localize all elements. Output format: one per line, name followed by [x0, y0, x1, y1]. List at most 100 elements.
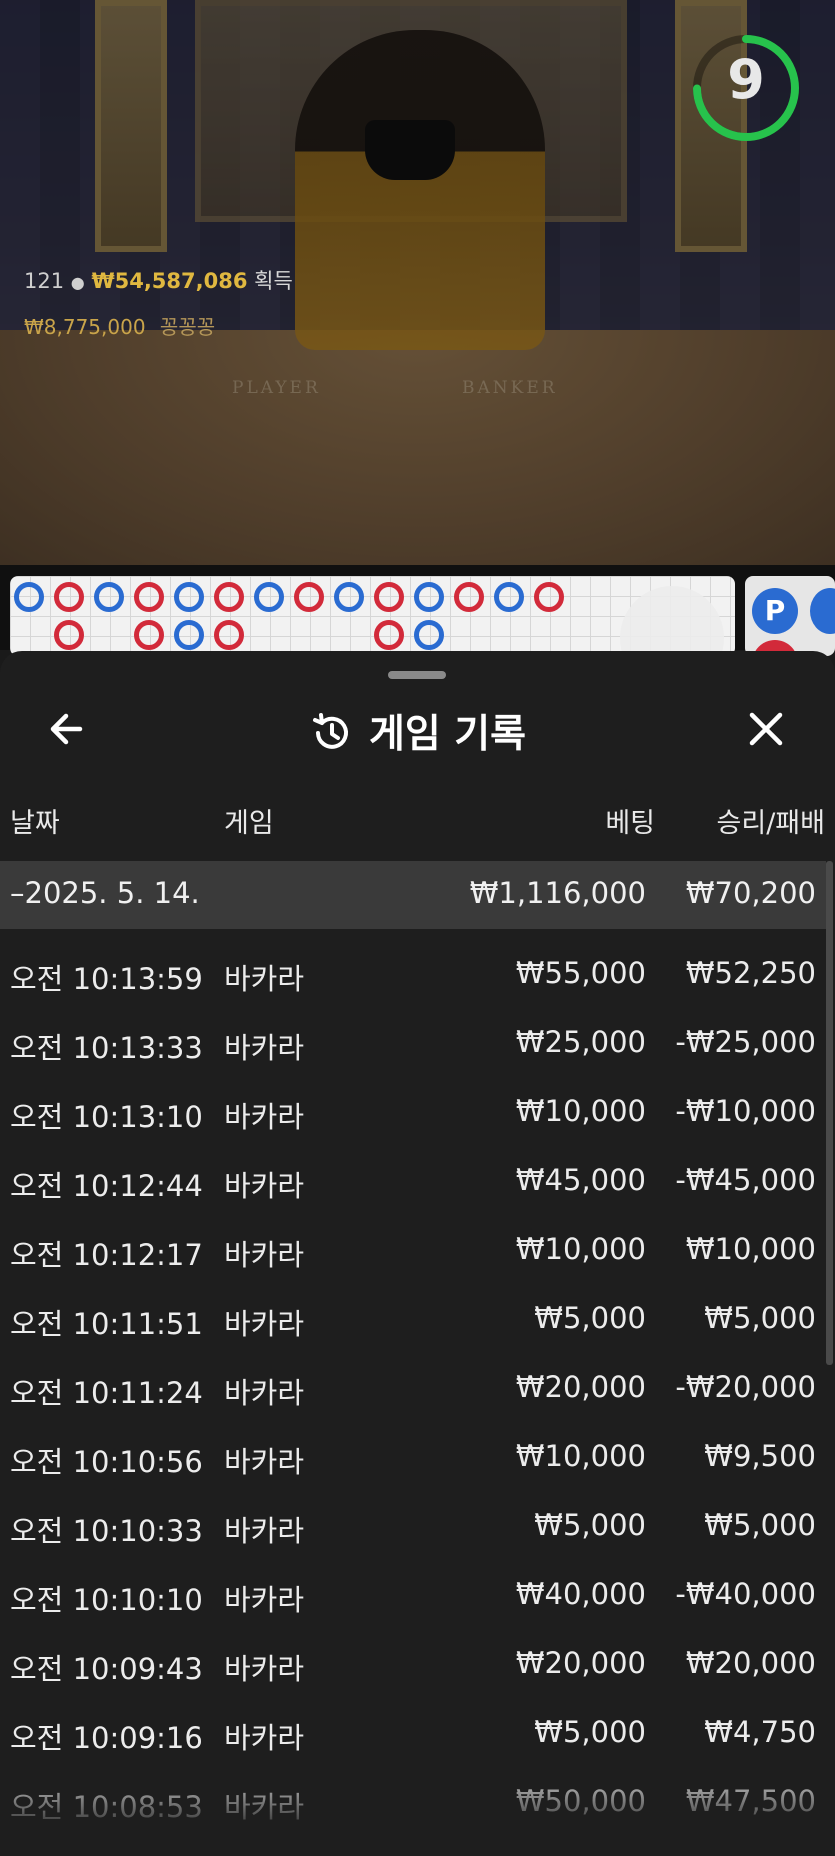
row-bet: ₩20,000	[515, 1646, 646, 1680]
row-winloss: -₩20,000	[675, 1370, 816, 1404]
row-time: 오전 10:13:10	[10, 1100, 203, 1134]
row-winloss: -₩40,000	[675, 1577, 816, 1611]
row-game: 바카라	[224, 1376, 305, 1410]
row-time: 오전 10:11:51	[10, 1307, 203, 1341]
summary-bet-total: ₩1,116,000	[469, 876, 646, 910]
row-bet: ₩10,000	[515, 1094, 646, 1128]
column-header-date: 날짜	[10, 808, 60, 839]
row-game: 바카라	[224, 1514, 305, 1548]
row-bet: ₩25,000	[515, 1025, 646, 1059]
row-time: 오전 10:10:33	[10, 1514, 203, 1548]
history-row[interactable]: 오전 10:13:10 바카라 ₩10,000 -₩10,000	[0, 1074, 826, 1143]
history-row[interactable]: 오전 10:09:43 바카라 ₩20,000 ₩20,000	[0, 1626, 826, 1695]
row-time: 오전 10:11:24	[10, 1376, 203, 1410]
table-header: 날짜 게임 베팅 승리/패배	[0, 801, 835, 851]
history-row[interactable]: 오전 10:11:51 바카라 ₩5,000 ₩5,000	[0, 1281, 826, 1350]
row-bet: ₩5,000	[534, 1715, 646, 1749]
row-winloss: ₩5,000	[704, 1301, 816, 1335]
road-bead-player	[94, 582, 124, 612]
row-time: 오전 10:12:44	[10, 1169, 203, 1203]
row-bet: ₩10,000	[515, 1232, 646, 1266]
row-game: 바카라	[224, 1445, 305, 1479]
road-bead-player	[14, 582, 44, 612]
top-winner-name: 꽁꽁꽁	[159, 315, 216, 339]
row-winloss: -₩45,000	[675, 1163, 816, 1197]
row-bet: ₩10,000	[515, 1439, 646, 1473]
history-row[interactable]: 오전 10:09:16 바카라 ₩5,000 ₩4,750	[0, 1695, 826, 1764]
top-winner-amount: ₩8,775,000	[24, 315, 146, 339]
row-game: 바카라	[224, 1169, 305, 1203]
row-bet: ₩45,000	[515, 1163, 646, 1197]
close-button[interactable]	[738, 701, 794, 757]
scrollbar[interactable]	[826, 861, 833, 1365]
row-game: 바카라	[224, 1307, 305, 1341]
road-bead-player	[414, 582, 444, 612]
row-bet: ₩20,000	[515, 1370, 646, 1404]
row-winloss: ₩5,000	[704, 1508, 816, 1542]
history-list: 오전 10:13:59 바카라 ₩55,000 ₩52,250 오전 10:13:33 바…	[0, 936, 826, 1833]
list-fade	[0, 1761, 835, 1856]
row-time: 오전 10:09:16	[10, 1721, 203, 1755]
row-time: 오전 10:13:59	[10, 962, 203, 996]
row-bet: ₩40,000	[515, 1577, 646, 1611]
row-time: 오전 10:09:43	[10, 1652, 203, 1686]
row-game: 바카라	[224, 962, 305, 996]
history-row[interactable]: 오전 10:10:33 바카라 ₩5,000 ₩5,000	[0, 1488, 826, 1557]
history-row[interactable]: 오전 10:11:24 바카라 ₩20,000 -₩20,000	[0, 1350, 826, 1419]
row-game: 바카라	[224, 1652, 305, 1686]
row-winloss: ₩9,500	[704, 1439, 816, 1473]
row-bet: ₩5,000	[534, 1301, 646, 1335]
road-bead-banker	[374, 620, 404, 650]
player-predict-badge[interactable]: P	[752, 588, 798, 634]
total-win-label: 획득	[254, 269, 293, 293]
road-bead-banker	[374, 582, 404, 612]
game-history-sheet: 게임 기록 날짜 게임 베팅 승리/패배 –2025. 5. 14. ₩1,11…	[0, 651, 835, 1856]
road-bead-player	[174, 620, 204, 650]
row-bet: ₩5,000	[534, 1508, 646, 1542]
total-win-amount: ₩54,587,086	[91, 269, 248, 293]
history-row[interactable]: 오전 10:13:33 바카라 ₩25,000 -₩25,000	[0, 1005, 826, 1074]
history-row[interactable]: 오전 10:12:44 바카라 ₩45,000 -₩45,000	[0, 1143, 826, 1212]
column-header-bet: 베팅	[605, 808, 655, 839]
summary-date: –2025. 5. 14.	[10, 876, 200, 910]
row-winloss: ₩20,000	[685, 1646, 816, 1680]
row-winloss: ₩52,250	[685, 956, 816, 990]
row-game: 바카라	[224, 1721, 305, 1755]
bet-stats: 121 ● ₩54,587,086 획득	[24, 265, 293, 295]
row-winloss: ₩10,000	[685, 1232, 816, 1266]
row-game: 바카라	[224, 1031, 305, 1065]
road-bead-player	[334, 582, 364, 612]
person-icon: ●	[70, 273, 85, 292]
row-time: 오전 10:13:33	[10, 1031, 203, 1065]
road-bead-banker	[54, 620, 84, 650]
sheet-header: 게임 기록	[0, 703, 835, 760]
row-time: 오전 10:12:17	[10, 1238, 203, 1272]
row-time: 오전 10:10:10	[10, 1583, 203, 1617]
road-bead-player	[174, 582, 204, 612]
history-row[interactable]: 오전 10:12:17 바카라 ₩10,000 ₩10,000	[0, 1212, 826, 1281]
row-winloss: -₩25,000	[675, 1025, 816, 1059]
road-bead-banker	[54, 582, 84, 612]
column-header-winloss: 승리/패배	[716, 808, 825, 839]
history-row[interactable]: 오전 10:13:59 바카라 ₩55,000 ₩52,250	[0, 936, 826, 1005]
top-winner: ₩8,775,000 꽁꽁꽁	[24, 311, 215, 340]
row-game: 바카라	[224, 1238, 305, 1272]
road-bead-banker	[534, 582, 564, 612]
sheet-title: 게임 기록	[368, 712, 527, 757]
column-header-game: 게임	[224, 808, 274, 839]
history-row[interactable]: 오전 10:10:56 바카라 ₩10,000 ₩9,500	[0, 1419, 826, 1488]
row-bet: ₩55,000	[515, 956, 646, 990]
row-game: 바카라	[224, 1100, 305, 1134]
history-row[interactable]: 오전 10:10:10 바카라 ₩40,000 -₩40,000	[0, 1557, 826, 1626]
date-group-summary-row[interactable]: –2025. 5. 14. ₩1,116,000 ₩70,200	[0, 861, 826, 929]
history-icon	[312, 712, 348, 749]
player-count: 121	[24, 269, 65, 293]
road-bead-banker	[454, 582, 484, 612]
road-bead-banker	[214, 582, 244, 612]
road-bead-player	[494, 582, 524, 612]
row-game: 바카라	[224, 1583, 305, 1617]
road-bead-player	[414, 620, 444, 650]
drag-handle[interactable]	[388, 671, 446, 679]
row-time: 오전 10:10:56	[10, 1445, 203, 1479]
road-bead-banker	[294, 582, 324, 612]
